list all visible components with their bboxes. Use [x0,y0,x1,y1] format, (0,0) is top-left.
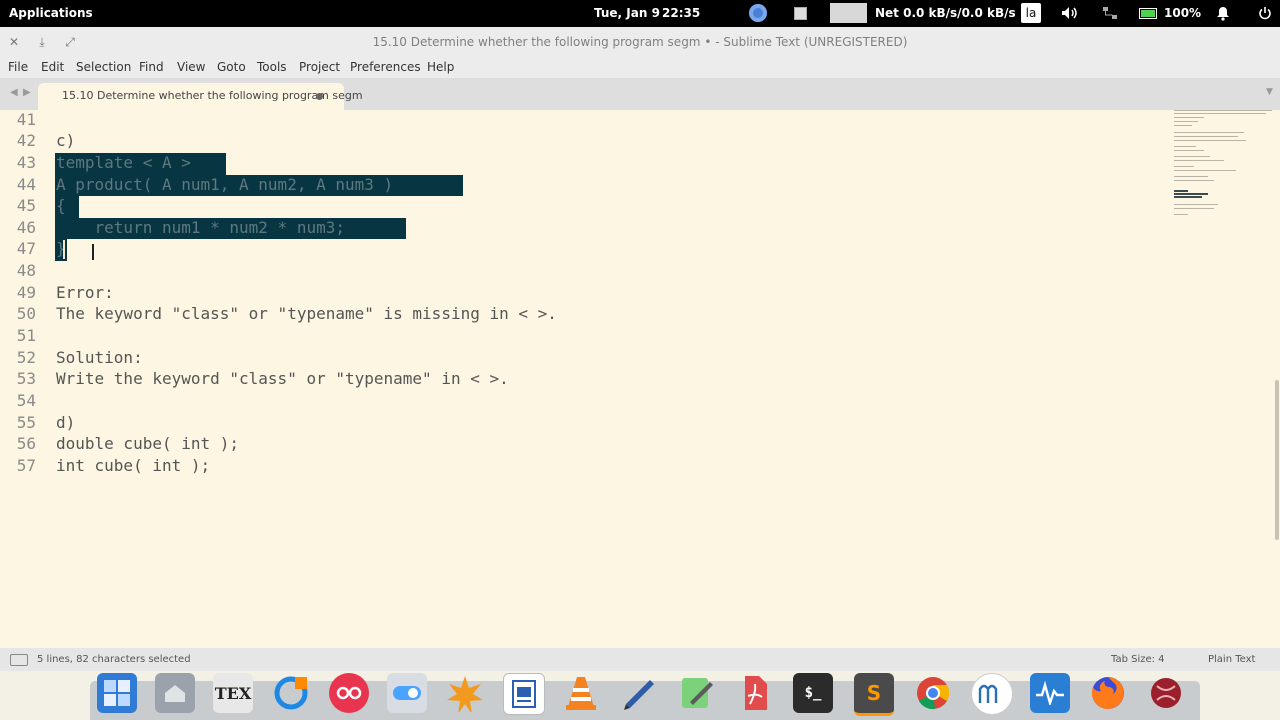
code-line: { [56,196,66,215]
tab-prev-icon[interactable]: ◀ [10,87,18,98]
line-number: 47 [16,239,36,258]
clock-date[interactable]: Tue, Jan 9 [594,6,660,20]
system-monitor-app[interactable] [1030,673,1070,713]
power-icon[interactable] [1255,4,1275,22]
code-line: Solution: [56,348,143,367]
menu-edit[interactable]: Edit [41,60,64,74]
line-number: 55 [16,413,36,432]
drawing-app[interactable] [619,673,659,713]
tab-current-file[interactable]: 15.10 Determine whether the following pr… [38,83,363,110]
tab-size-status[interactable]: Tab Size: 4 [1111,654,1165,665]
line-number: 53 [16,369,36,388]
line-number: 41 [16,110,36,129]
menu-help[interactable]: Help [427,60,454,74]
line-number: 54 [16,391,36,410]
minimap[interactable] [1170,110,1274,648]
musescore-app[interactable] [971,673,1013,715]
settings-toggle-app[interactable] [387,673,427,713]
selection-status: 5 lines, 82 characters selected [37,654,191,665]
line-number: 46 [16,218,36,237]
line-number: 42 [16,131,36,150]
terminal-label: $_ [804,685,822,701]
menu-view[interactable]: View [177,60,205,74]
mouse-ibeam-icon [92,244,94,260]
menu-tools[interactable]: Tools [257,60,287,74]
code-line: d) [56,413,76,432]
code-editor[interactable]: 41 42 c) 43 template < A > 44 A product(… [0,110,1280,648]
vertical-scrollbar[interactable] [1275,380,1279,540]
document-viewer-app[interactable] [503,673,545,715]
applications-menu[interactable]: Applications [9,6,93,20]
text-cursor [63,240,65,259]
code-line: return num1 * num2 * num3; [56,218,345,237]
code-line: The keyword "class" or "typename" is mis… [56,304,557,323]
line-number: 45 [16,196,36,215]
code-line: A product( A num1, A num2, A num3 ) [56,175,394,194]
code-line: template < A > [56,153,191,172]
vlc-app[interactable] [561,673,601,713]
recorder-app[interactable] [329,673,369,713]
line-number: 44 [16,175,36,194]
volume-icon[interactable] [1060,4,1080,22]
menu-goto[interactable]: Goto [217,60,246,74]
window-tray-icon[interactable] [790,4,810,22]
firefox-app[interactable] [1088,673,1128,713]
tab-list-icon[interactable]: ▼ [1266,87,1273,97]
file-manager-app[interactable] [97,673,137,713]
unsaved-dot-icon[interactable] [316,93,323,100]
tab-next-icon[interactable]: ▶ [23,87,31,98]
text-editor-app[interactable] [677,673,717,713]
code-line: int cube( int ); [56,456,211,475]
line-number: 48 [16,261,36,280]
panel-toggle-icon[interactable] [10,654,28,666]
screenshot-app[interactable] [271,673,311,713]
line-number: 52 [16,348,36,367]
line-number: 57 [16,456,36,475]
battery-percent[interactable]: 100% [1164,6,1201,20]
keyboard-layout-indicator[interactable]: la [1021,3,1041,23]
status-bar: 5 lines, 82 characters selected Tab Size… [0,648,1280,671]
network-icon[interactable] [1100,4,1120,22]
line-number: 50 [16,304,36,323]
code-line: Error: [56,283,114,302]
notifications-bell-icon[interactable] [1213,4,1233,22]
line-number: 43 [16,153,36,172]
terminal-app[interactable]: $_ [793,673,833,713]
system-top-panel: Applications Tue, Jan 9 22:35 Net 0.0 kB… [0,0,1280,27]
xfig-app[interactable] [445,673,485,713]
menu-project[interactable]: Project [299,60,340,74]
menu-selection[interactable]: Selection [76,60,131,74]
line-number: 56 [16,434,36,453]
window-title: 15.10 Determine whether the following pr… [372,35,908,49]
tab-bar: ◀ ▶ 15.10 Determine whether the followin… [0,78,1280,110]
net-speed: Net 0.0 kB/s/0.0 kB/s [875,6,1016,20]
texmaker-app[interactable]: TEX [213,673,253,713]
chrome-app[interactable] [913,673,953,713]
sublime-label: S [866,681,882,705]
code-line: c) [56,131,76,150]
line-number: 49 [16,283,36,302]
menu-file[interactable]: File [8,60,28,74]
syntax-status[interactable]: Plain Text [1208,654,1255,665]
sublime-text-app[interactable]: S [854,673,894,716]
window-titlebar: ✕ ⤓ ⤢ 15.10 Determine whether the follow… [0,27,1280,57]
line-number: 51 [16,326,36,345]
battery-icon[interactable] [1138,4,1158,22]
graph-widget [830,3,867,23]
menu-bar: File Edit Selection Find View Goto Tools… [0,57,1280,78]
dock: TEX $_ S [0,671,1280,720]
pdf-app[interactable] [735,673,775,713]
chromium-tray-icon[interactable] [748,4,768,22]
code-line: double cube( int ); [56,434,240,453]
home-folder-app[interactable] [155,673,195,713]
menu-find[interactable]: Find [139,60,164,74]
code-line: Write the keyword "class" or "typename" … [56,369,509,388]
extra-app[interactable] [1146,673,1186,713]
menu-preferences[interactable]: Preferences [350,60,421,74]
texmaker-label: TEX [214,683,252,703]
clock-time[interactable]: 22:35 [662,6,700,20]
